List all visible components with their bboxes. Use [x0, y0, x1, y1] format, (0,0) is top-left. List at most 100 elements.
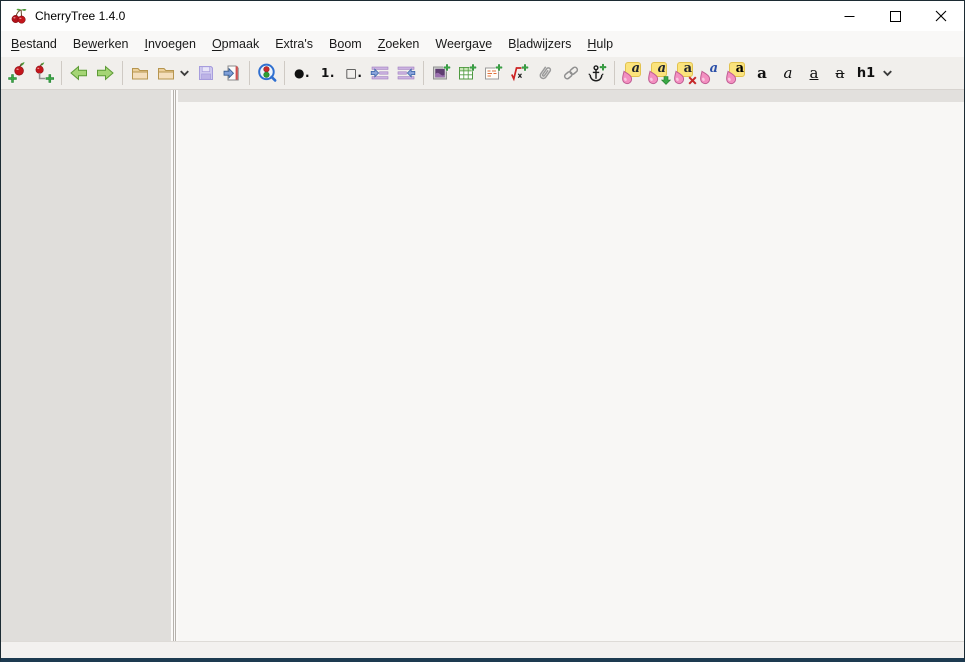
menu-item-extras[interactable]: Extra's	[267, 31, 321, 57]
maximize-icon	[890, 11, 901, 22]
menu-label: ulp	[596, 37, 613, 51]
status-bar	[1, 641, 964, 658]
open-folder-icon	[130, 63, 150, 83]
todo-list-icon: □.	[346, 66, 363, 80]
go-back-icon	[69, 63, 89, 83]
menu-item-bestand[interactable]: Bestand	[3, 31, 65, 57]
indent-increase-button[interactable]	[367, 59, 393, 87]
indent-decrease-button[interactable]	[393, 59, 419, 87]
close-button[interactable]	[918, 1, 964, 31]
save-as-button[interactable]	[219, 59, 245, 87]
indent-decrease-icon	[396, 63, 416, 83]
minimize-button[interactable]	[826, 1, 872, 31]
todo-list-button[interactable]: □.	[341, 59, 367, 87]
background-color-button[interactable]: a	[723, 59, 749, 87]
format-apply-recent-icon: a	[646, 61, 670, 85]
background-color-icon: a	[724, 61, 748, 85]
save-as-icon	[222, 63, 242, 83]
menu-label: Weerga	[435, 37, 479, 51]
toolbar: ●. 1. □.	[1, 57, 964, 90]
menu-item-weergave[interactable]: Weergave	[427, 31, 500, 57]
menu-item-invoegen[interactable]: Invoegen	[136, 31, 203, 57]
bold-button[interactable]: a	[749, 59, 775, 87]
text-editor[interactable]	[178, 102, 964, 641]
anchor-icon	[587, 63, 607, 83]
new-node-icon	[7, 62, 29, 84]
indent-increase-icon	[370, 63, 390, 83]
foreground-color-icon: a	[698, 61, 722, 85]
insert-link-button[interactable]	[558, 59, 584, 87]
find-button[interactable]	[254, 59, 280, 87]
heading-label: h1	[857, 66, 875, 81]
app-window: CherryTree 1.4.0 Bestand Bewerken Invoeg…	[0, 0, 965, 662]
letter-a: a	[710, 62, 718, 75]
go-back-button[interactable]	[66, 59, 92, 87]
link-icon	[561, 63, 581, 83]
menu-label: e	[485, 37, 492, 51]
underline-button[interactable]: a	[801, 59, 827, 87]
insert-image-button[interactable]	[428, 59, 454, 87]
menu-label: om	[344, 37, 361, 51]
insert-codebox-button[interactable]	[480, 59, 506, 87]
green-down-arrow-icon	[661, 76, 671, 85]
menu-label: oeken	[385, 37, 419, 51]
maximize-button[interactable]	[872, 1, 918, 31]
insert-table-icon	[457, 63, 477, 83]
toolbar-separator	[122, 61, 123, 85]
bold-icon: a	[757, 66, 767, 81]
menu-item-boom[interactable]: Boom	[321, 31, 370, 57]
paperclip-icon	[535, 63, 555, 83]
insert-anchor-button[interactable]	[584, 59, 610, 87]
cherries-icon	[10, 7, 28, 25]
italic-icon: a	[784, 66, 793, 81]
minimize-icon	[844, 11, 855, 22]
heading-select[interactable]: h1	[853, 59, 897, 87]
numbered-list-button[interactable]: 1.	[315, 59, 341, 87]
menu-item-zoeken[interactable]: Zoeken	[370, 31, 428, 57]
format-clear-button[interactable]: a	[671, 59, 697, 87]
tree-panel[interactable]	[1, 90, 171, 641]
toolbar-separator	[423, 61, 424, 85]
strikethrough-button[interactable]: a	[827, 59, 853, 87]
go-forward-icon	[95, 63, 115, 83]
window-controls	[826, 1, 964, 31]
chevron-down-icon	[179, 68, 190, 78]
menu-item-bewerken[interactable]: Bewerken	[65, 31, 137, 57]
letter-a: a	[658, 62, 666, 75]
format-text-button[interactable]: a	[619, 59, 645, 87]
go-forward-button[interactable]	[92, 59, 118, 87]
bullet-list-icon: ●.	[294, 66, 310, 80]
letter-a: a	[632, 62, 640, 75]
menu-item-opmaak[interactable]: Opmaak	[204, 31, 267, 57]
letter-a: a	[736, 62, 744, 75]
open-recent-button[interactable]	[153, 59, 193, 87]
menu-item-hulp[interactable]: Hulp	[579, 31, 621, 57]
close-icon	[935, 10, 947, 22]
menu-label: nvoegen	[148, 37, 196, 51]
strikethrough-icon: a	[836, 66, 845, 81]
open-file-button[interactable]	[127, 59, 153, 87]
save-button[interactable]	[193, 59, 219, 87]
new-subnode-button[interactable]	[31, 59, 57, 87]
menu-label: estand	[19, 37, 57, 51]
menu-label: w	[88, 37, 97, 51]
foreground-color-button[interactable]: a	[697, 59, 723, 87]
save-icon	[196, 63, 216, 83]
insert-formula-button[interactable]	[506, 59, 532, 87]
menu-item-bladwijzers[interactable]: Bladwijzers	[500, 31, 579, 57]
format-apply-recent-button[interactable]: a	[645, 59, 671, 87]
find-icon	[256, 62, 278, 84]
new-node-button[interactable]	[5, 59, 31, 87]
bullet-list-button[interactable]: ●.	[289, 59, 315, 87]
new-subnode-icon	[33, 62, 55, 84]
italic-button[interactable]: a	[775, 59, 801, 87]
content-area	[1, 90, 964, 641]
panel-splitter[interactable]	[171, 90, 178, 641]
attach-file-button[interactable]	[532, 59, 558, 87]
insert-codebox-icon	[483, 63, 503, 83]
format-clear-icon: a	[672, 61, 696, 85]
menu-bar: Bestand Bewerken Invoegen Opmaak Extra's…	[1, 31, 964, 57]
letter-a: a	[684, 62, 692, 75]
insert-table-button[interactable]	[454, 59, 480, 87]
menu-label: pmaak	[222, 37, 260, 51]
